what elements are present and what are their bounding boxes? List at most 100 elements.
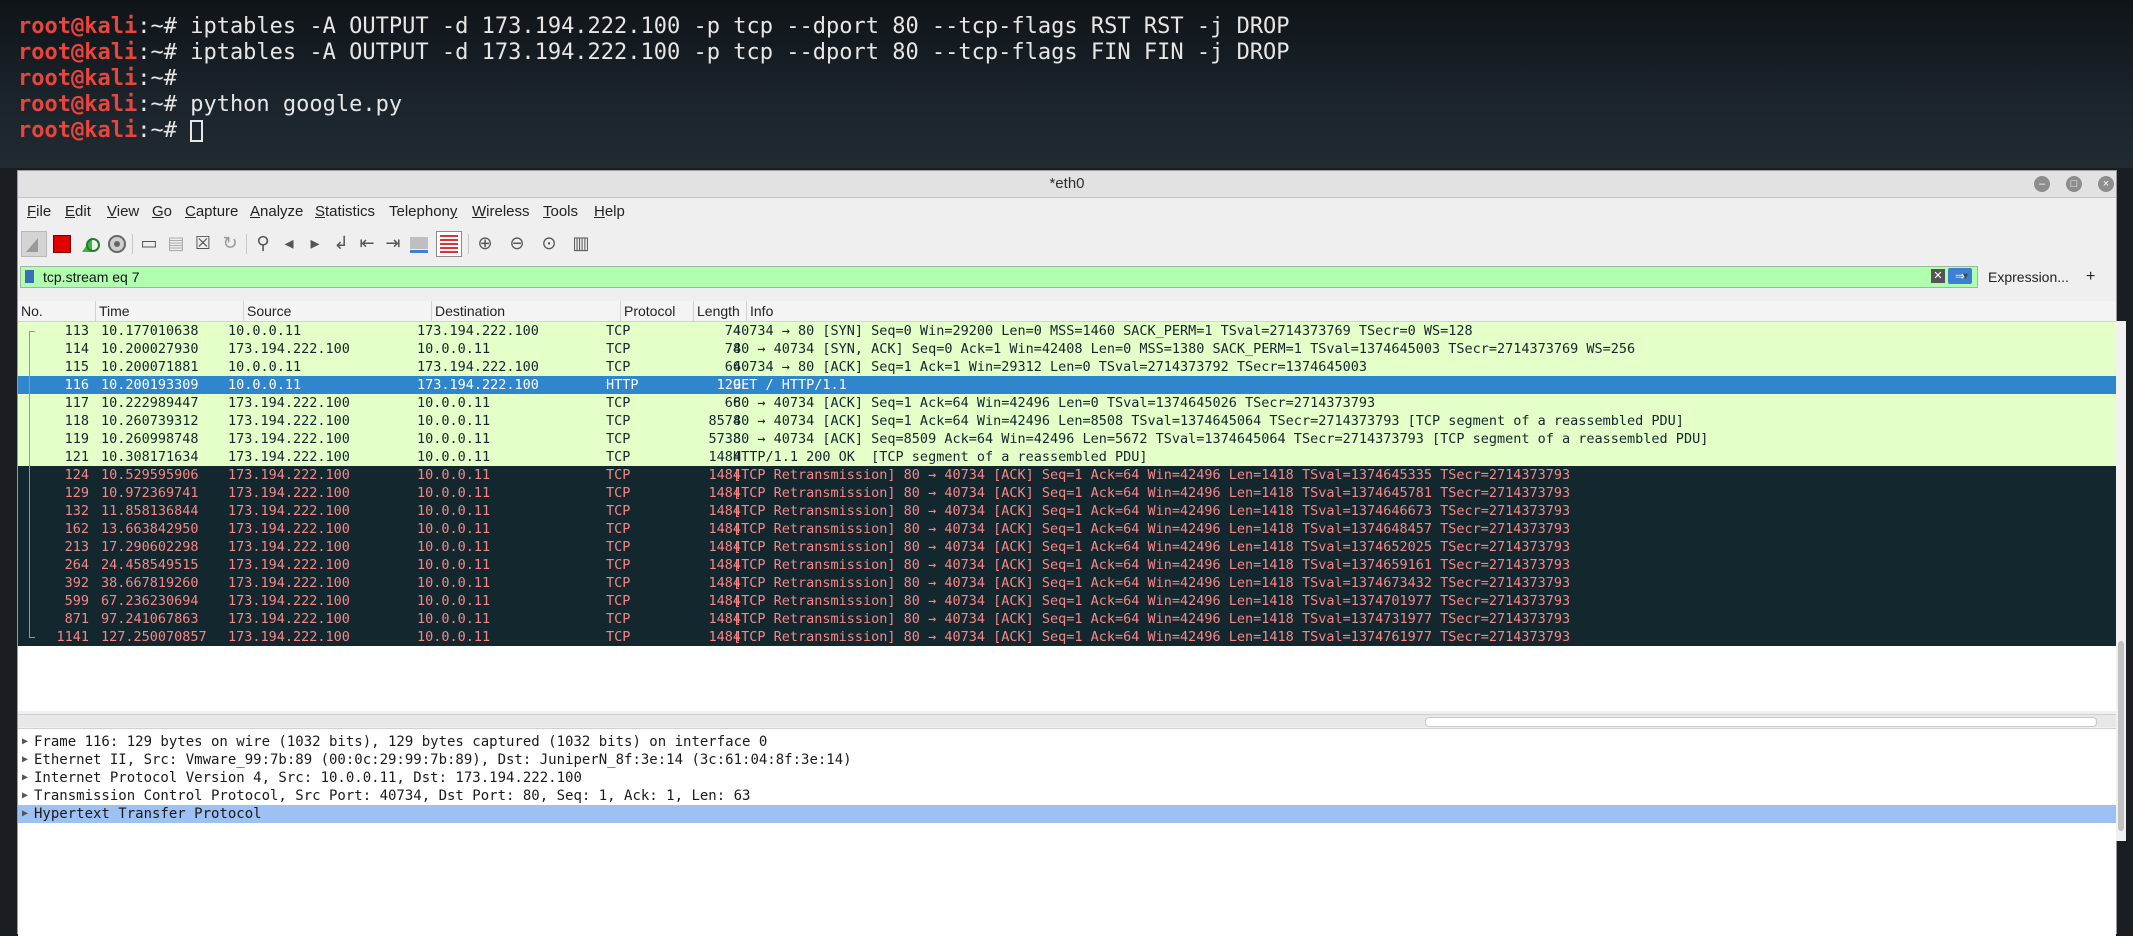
detail-row[interactable]: ▶ Frame 116: 129 bytes on wire (1032 bits… bbox=[18, 733, 2116, 751]
cell-dst: 10.0.0.11 bbox=[417, 341, 491, 357]
expand-arrow-icon[interactable]: ▶ bbox=[22, 787, 28, 805]
cell-proto: TCP bbox=[606, 557, 631, 573]
packet-row[interactable]: 118 10.260739312 173.194.222.100 10.0.0.11 T… bbox=[18, 412, 2116, 430]
expand-arrow-icon[interactable]: ▶ bbox=[22, 769, 28, 787]
packet-row[interactable]: 162 13.663842950 173.194.222.100 10.0.0.11 T… bbox=[18, 520, 2116, 538]
packet-row-selected[interactable]: 116 10.200193309 10.0.0.11 173.194.222.100 H… bbox=[18, 376, 2116, 394]
display-filter-input[interactable]: tcp.stream eq 7 bbox=[20, 266, 1978, 288]
expand-arrow-icon[interactable]: ▶ bbox=[22, 751, 28, 769]
column-no[interactable]: No. bbox=[18, 301, 96, 321]
shark-fin-icon[interactable] bbox=[21, 231, 47, 257]
stop-icon[interactable] bbox=[49, 231, 75, 257]
menu-mnemonic: y bbox=[449, 203, 458, 220]
terminal[interactable]: root@kali:~# iptables -A OUTPUT -d 173.1… bbox=[0, 0, 2133, 168]
open-icon[interactable]: ▭ bbox=[136, 231, 162, 257]
save-icon[interactable]: ▤ bbox=[163, 231, 189, 257]
packet-list[interactable]: No. Time Source Destination Protocol Len… bbox=[18, 301, 2116, 711]
menu-telephony[interactable]: Telephony bbox=[389, 198, 457, 226]
options-icon[interactable] bbox=[104, 231, 130, 257]
column-destination[interactable]: Destination bbox=[432, 301, 621, 321]
restart-icon[interactable] bbox=[77, 231, 103, 257]
packet-row[interactable]: 114 10.200027930 173.194.222.100 10.0.0.11 T… bbox=[18, 340, 2116, 358]
detail-row[interactable]: ▶ Ethernet II, Src: Vmware_99:7b:89 (00:0… bbox=[18, 751, 2116, 769]
reload-icon[interactable]: ↻ bbox=[217, 231, 243, 257]
minimize-button[interactable]: – bbox=[2034, 176, 2050, 192]
column-source[interactable]: Source bbox=[244, 301, 432, 321]
packet-row[interactable]: 121 10.308171634 173.194.222.100 10.0.0.11 T… bbox=[18, 448, 2116, 466]
menu-view[interactable]: View bbox=[107, 198, 139, 226]
autoscroll-icon[interactable] bbox=[406, 231, 432, 257]
cell-dst: 10.0.0.11 bbox=[417, 503, 491, 519]
packet-details[interactable]: ▶ Frame 116: 129 bytes on wire (1032 bits… bbox=[18, 728, 2116, 936]
conversation-bracket bbox=[24, 592, 36, 610]
column-time[interactable]: Time bbox=[96, 301, 244, 321]
clear-filter-icon[interactable]: ✕ bbox=[1931, 269, 1945, 283]
packet-row[interactable]: 264 24.458549515 173.194.222.100 10.0.0.11 T… bbox=[18, 556, 2116, 574]
filter-history-dropdown-icon[interactable]: ▾ bbox=[1963, 266, 1977, 288]
expand-arrow-icon[interactable]: ▶ bbox=[22, 805, 28, 823]
menu-go[interactable]: Go bbox=[152, 198, 172, 226]
expression-button[interactable]: Expression... bbox=[1988, 266, 2069, 288]
conversation-bracket bbox=[24, 448, 36, 466]
packet-row[interactable]: 115 10.200071881 10.0.0.11 173.194.222.100 T… bbox=[18, 358, 2116, 376]
column-length[interactable]: Length bbox=[694, 301, 747, 321]
cell-info: 80 → 40734 [ACK] Seq=8509 Ack=64 Win=424… bbox=[733, 431, 1709, 447]
zoom-out-icon[interactable]: ⊖ bbox=[504, 231, 530, 257]
packet-row[interactable]: 1141 127.250070857 173.194.222.100 10.0.0.1… bbox=[18, 628, 2116, 646]
packet-row[interactable]: 392 38.667819260 173.194.222.100 10.0.0.11 T… bbox=[18, 574, 2116, 592]
back-icon[interactable]: ◂ bbox=[276, 231, 302, 257]
detail-row-selected[interactable]: ▶ Hypertext Transfer Protocol bbox=[18, 805, 2116, 823]
cell-time: 13.663842950 bbox=[101, 521, 199, 537]
packet-row[interactable]: 117 10.222989447 173.194.222.100 10.0.0.11 T… bbox=[18, 394, 2116, 412]
find-icon[interactable]: ⚲ bbox=[250, 231, 276, 257]
prompt-user: root@kali bbox=[18, 40, 138, 65]
menu-mnemonic: G bbox=[152, 203, 164, 220]
menu-help[interactable]: Help bbox=[594, 198, 625, 226]
resize-columns-icon[interactable]: ▥ bbox=[568, 231, 594, 257]
menu-tools[interactable]: Tools bbox=[543, 198, 578, 226]
last-icon[interactable]: ⇥ bbox=[380, 231, 406, 257]
detail-row[interactable]: ▶ Internet Protocol Version 4, Src: 10.0.… bbox=[18, 769, 2116, 787]
menu-analyze[interactable]: Analyze bbox=[250, 198, 303, 226]
menu-file[interactable]: File bbox=[27, 198, 51, 226]
close-button[interactable]: × bbox=[2098, 176, 2114, 192]
prompt-sep: :~# bbox=[137, 14, 191, 39]
zoom-normal-icon[interactable]: ⊙ bbox=[536, 231, 562, 257]
packet-row[interactable]: 132 11.858136844 173.194.222.100 10.0.0.11 T… bbox=[18, 502, 2116, 520]
menu-mnemonic: W bbox=[472, 203, 487, 220]
packet-row[interactable]: 119 10.260998748 173.194.222.100 10.0.0.11 T… bbox=[18, 430, 2116, 448]
add-filter-button[interactable]: + bbox=[2086, 265, 2095, 289]
menu-wireless[interactable]: Wireless bbox=[472, 198, 530, 226]
detail-row[interactable]: ▶ Transmission Control Protocol, Src Port… bbox=[18, 787, 2116, 805]
packet-row[interactable]: 129 10.972369741 173.194.222.100 10.0.0.11 T… bbox=[18, 484, 2116, 502]
bookmark-icon[interactable] bbox=[25, 270, 34, 283]
maximize-button[interactable]: □ bbox=[2066, 176, 2082, 192]
first-icon[interactable]: ⇤ bbox=[354, 231, 380, 257]
packet-list-hscrollbar[interactable] bbox=[18, 714, 2116, 727]
cell-proto: TCP bbox=[606, 323, 631, 339]
expand-arrow-icon[interactable]: ▶ bbox=[22, 733, 28, 751]
colorize-icon[interactable] bbox=[436, 231, 462, 257]
packet-row[interactable]: 113 10.177010638 10.0.0.11 173.194.222.100 T… bbox=[18, 322, 2116, 340]
column-info[interactable]: Info bbox=[747, 301, 2116, 321]
packet-row[interactable]: 213 17.290602298 173.194.222.100 10.0.0.11 T… bbox=[18, 538, 2116, 556]
cell-no: 599 bbox=[64, 593, 89, 609]
cell-no: 392 bbox=[64, 575, 89, 591]
packet-row[interactable]: 871 97.241067863 173.194.222.100 10.0.0.11 T… bbox=[18, 610, 2116, 628]
window-vscrollbar[interactable] bbox=[2116, 321, 2126, 841]
menu-edit[interactable]: Edit bbox=[65, 198, 91, 226]
packet-row[interactable]: 599 67.236230694 173.194.222.100 10.0.0.11 T… bbox=[18, 592, 2116, 610]
column-protocol[interactable]: Protocol bbox=[621, 301, 694, 321]
goto-icon[interactable]: ↲ bbox=[328, 231, 354, 257]
packet-row[interactable]: 124 10.529595906 173.194.222.100 10.0.0.11 T… bbox=[18, 466, 2116, 484]
scrollbar-thumb[interactable] bbox=[1425, 717, 2097, 727]
menu-statistics[interactable]: Statistics bbox=[315, 198, 375, 226]
zoom-in-icon[interactable]: ⊕ bbox=[472, 231, 498, 257]
scrollbar-thumb[interactable] bbox=[2118, 641, 2124, 831]
close-file-icon[interactable]: ☒ bbox=[190, 231, 216, 257]
conversation-bracket bbox=[24, 466, 36, 484]
cell-info: [TCP Retransmission] 80 → 40734 [ACK] Se… bbox=[733, 485, 1571, 501]
forward-icon[interactable]: ▸ bbox=[302, 231, 328, 257]
window-titlebar[interactable]: *eth0 – □ × bbox=[18, 171, 2116, 198]
menu-capture[interactable]: Capture bbox=[185, 198, 238, 226]
